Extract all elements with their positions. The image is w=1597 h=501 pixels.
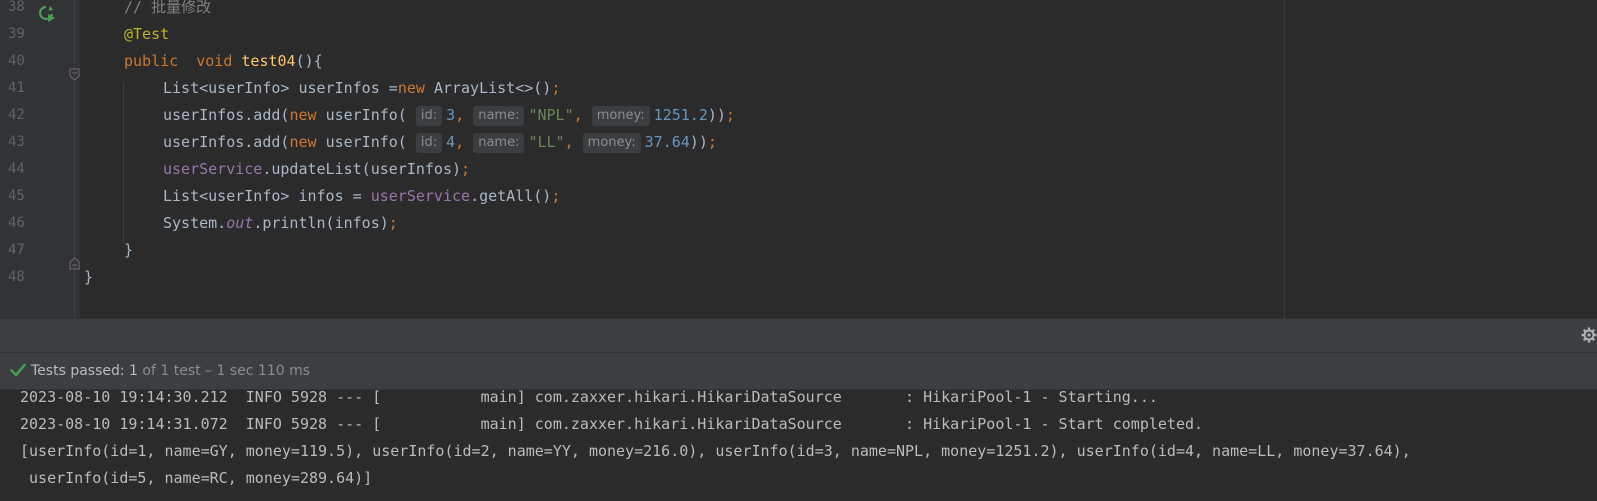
run-tool-window-header bbox=[0, 318, 1597, 353]
code-token: userService bbox=[370, 187, 471, 205]
test-status-summary: of 1 test – 1 sec 110 ms bbox=[137, 363, 311, 379]
code-token: 4 bbox=[446, 133, 456, 151]
line-number: 47 bbox=[8, 242, 25, 258]
console-line: [userInfo(id=1, name=GY, money=119.5), u… bbox=[20, 442, 1411, 460]
code-token: userInfos.add( bbox=[163, 106, 290, 124]
code-line[interactable]: 42 userInfos.add(new userInfo( id: 3, name… bbox=[0, 102, 1597, 129]
gear-icon[interactable] bbox=[1581, 327, 1597, 343]
test-status-prefix: Tests passed: bbox=[31, 363, 130, 379]
code-text: List<userInfo> userInfos =new ArrayList<… bbox=[163, 75, 560, 102]
code-line[interactable]: 39 @Test bbox=[0, 21, 1597, 48]
code-text: System.out.println(infos); bbox=[163, 210, 398, 237]
line-number: 44 bbox=[8, 161, 25, 177]
code-editor[interactable]: 38// 批量修改 39 @Test 40 public void test04(){4… bbox=[0, 0, 1597, 318]
check-icon bbox=[10, 363, 26, 377]
code-token: ; bbox=[388, 214, 398, 232]
code-token: ; bbox=[461, 160, 471, 178]
line-number: 43 bbox=[8, 134, 25, 150]
line-number: 39 bbox=[8, 26, 25, 42]
code-token: ; bbox=[551, 187, 561, 205]
code-token: 3 bbox=[446, 106, 456, 124]
console-line: 2023-08-10 19:14:31.072 INFO 5928 --- [ … bbox=[20, 415, 1204, 433]
code-token: List<userInfo> infos = bbox=[163, 187, 371, 205]
line-number: 46 bbox=[8, 215, 25, 231]
code-line[interactable]: 44 userService.updateList(userInfos); bbox=[0, 156, 1597, 183]
code-token: // 批量修改 bbox=[124, 0, 212, 16]
code-line[interactable]: 43 userInfos.add(new userInfo( id: 4, name… bbox=[0, 129, 1597, 156]
line-number: 38 bbox=[8, 0, 25, 15]
code-token: userInfo( bbox=[325, 106, 416, 124]
code-token: public void bbox=[124, 52, 242, 70]
code-token: new bbox=[397, 79, 434, 97]
code-text: } bbox=[124, 237, 133, 264]
parameter-hint: money: bbox=[591, 106, 650, 126]
code-line[interactable]: 38 // 批量修改 bbox=[0, 0, 1597, 21]
code-line[interactable]: 40 public void test04(){ bbox=[0, 48, 1597, 75]
parameter-hint: id: bbox=[415, 133, 443, 153]
code-token: List<userInfo> userInfos = bbox=[163, 79, 398, 97]
code-token: , bbox=[455, 133, 474, 151]
fold-end-marker-icon[interactable] bbox=[69, 257, 80, 270]
code-line[interactable]: 48} bbox=[0, 264, 1597, 291]
code-token: .updateList(userInfos) bbox=[262, 160, 462, 178]
parameter-hint: money: bbox=[582, 133, 641, 153]
code-token: test04 bbox=[241, 52, 296, 70]
code-text: userService.updateList(userInfos); bbox=[163, 156, 470, 183]
code-token: } bbox=[84, 268, 94, 286]
code-token: 37.64 bbox=[644, 133, 690, 151]
code-token: , bbox=[573, 106, 592, 124]
parameter-hint: name: bbox=[473, 106, 525, 126]
line-number: 45 bbox=[8, 188, 25, 204]
parameter-hint: name: bbox=[473, 133, 525, 153]
code-text: public void test04(){ bbox=[124, 48, 323, 75]
code-token: ; bbox=[725, 106, 735, 124]
code-token: )) bbox=[689, 133, 708, 151]
code-token: new bbox=[289, 133, 326, 151]
code-text: // 批量修改 bbox=[124, 0, 211, 21]
code-line[interactable]: 46 System.out.println(infos); bbox=[0, 210, 1597, 237]
console-output[interactable]: 2023-08-10 19:14:30.212 INFO 5928 --- [ … bbox=[0, 388, 1597, 501]
line-number: 40 bbox=[8, 53, 25, 69]
code-token: 1251.2 bbox=[653, 106, 708, 124]
code-token: (){ bbox=[295, 52, 323, 70]
run-test-icon[interactable] bbox=[38, 5, 56, 23]
code-line[interactable]: 41 List<userInfo> userInfos =new ArrayLis… bbox=[0, 75, 1597, 102]
code-token: userService bbox=[163, 160, 263, 178]
parameter-hint: id: bbox=[415, 106, 443, 126]
code-token: ; bbox=[551, 79, 561, 97]
console-line: userInfo(id=5, name=RC, money=289.64)] bbox=[20, 469, 373, 487]
code-token: System. bbox=[163, 214, 227, 232]
line-number: 41 bbox=[8, 80, 25, 96]
line-number: 42 bbox=[8, 107, 25, 123]
code-token: @Test bbox=[124, 25, 170, 43]
code-text: } bbox=[84, 264, 93, 291]
line-number: 48 bbox=[8, 269, 25, 285]
code-token: } bbox=[124, 241, 134, 259]
code-token: userInfos.add( bbox=[163, 133, 290, 151]
code-token: , bbox=[455, 106, 474, 124]
code-token: .getAll() bbox=[470, 187, 552, 205]
code-text: List<userInfo> infos = userService.getAl… bbox=[163, 183, 560, 210]
test-passed-count: 1 bbox=[129, 363, 138, 379]
code-token: out bbox=[226, 214, 254, 232]
code-token: new bbox=[289, 106, 326, 124]
code-text: userInfos.add(new userInfo( id: 3, name: "… bbox=[163, 102, 735, 129]
code-line[interactable]: 47} bbox=[0, 237, 1597, 264]
code-text: @Test bbox=[124, 21, 169, 48]
code-token: "NPL" bbox=[528, 106, 574, 124]
code-token: )) bbox=[707, 106, 726, 124]
console-line: 2023-08-10 19:14:30.212 INFO 5928 --- [ … bbox=[20, 388, 1158, 406]
fold-marker-icon[interactable] bbox=[69, 68, 80, 81]
code-token: ; bbox=[707, 133, 717, 151]
code-line[interactable]: 45 List<userInfo> infos = userService.get… bbox=[0, 183, 1597, 210]
code-token: "LL" bbox=[528, 133, 565, 151]
code-token: ArrayList<>() bbox=[433, 79, 552, 97]
code-token: , bbox=[564, 133, 583, 151]
code-token: userInfo( bbox=[325, 133, 416, 151]
code-token: .println(infos) bbox=[253, 214, 389, 232]
code-text: userInfos.add(new userInfo( id: 4, name: "… bbox=[163, 129, 717, 156]
